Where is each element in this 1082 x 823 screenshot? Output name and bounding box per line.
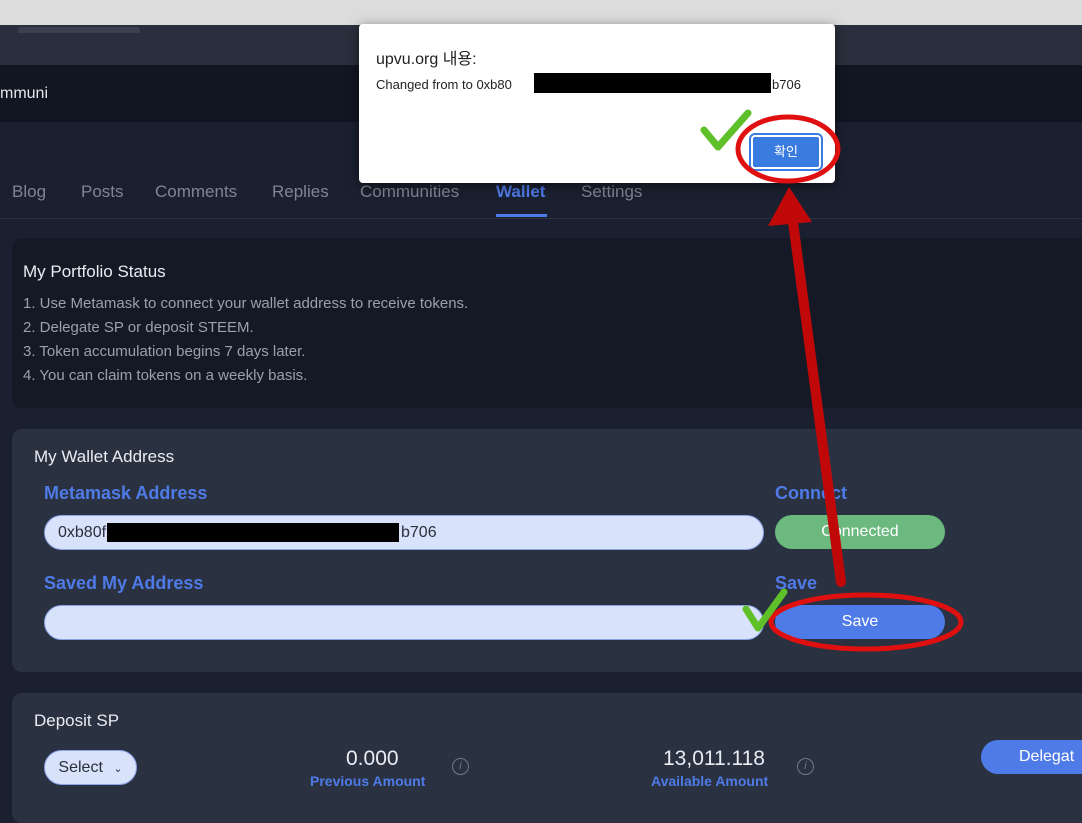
connected-button[interactable]: Connected <box>775 515 945 549</box>
info-icon[interactable]: i <box>797 758 814 775</box>
previous-amount-label: Previous Amount <box>310 773 426 789</box>
tab-replies[interactable]: Replies <box>272 182 329 202</box>
select-label: Select <box>58 759 103 776</box>
chevron-down-icon: ⌄ <box>113 763 123 775</box>
tab-blog[interactable]: Blog <box>12 182 46 202</box>
previous-amount-value: 0.000 <box>346 747 399 770</box>
portfolio-step: 1. Use Metamask to connect your wallet a… <box>23 295 469 312</box>
metamask-address-label: Metamask Address <box>44 483 208 503</box>
browser-top-strip <box>0 0 1082 25</box>
browser-tab[interactable] <box>18 27 140 33</box>
tab-comments[interactable]: Comments <box>155 182 237 202</box>
dialog-message-suffix: b706 <box>772 77 801 92</box>
dialog-ok-button[interactable]: 확인 <box>749 133 823 171</box>
available-amount-value: 13,011.118 <box>663 747 765 770</box>
portfolio-step: 3. Token accumulation begins 7 days late… <box>23 343 306 360</box>
tab-settings[interactable]: Settings <box>581 182 642 202</box>
tab-communities[interactable]: Communities <box>360 182 459 202</box>
save-button[interactable]: Save <box>775 605 945 639</box>
portfolio-step: 4. You can claim tokens on a weekly basi… <box>23 367 308 384</box>
tab-wallet[interactable]: Wallet <box>496 182 545 202</box>
portfolio-step: 2. Delegate SP or deposit STEEM. <box>23 319 254 336</box>
save-label: Save <box>775 573 818 593</box>
available-amount-label: Available Amount <box>651 773 769 789</box>
select-dropdown[interactable]: Select ⌄ <box>44 750 137 785</box>
redacted-address <box>534 73 771 93</box>
dialog-title: upvu.org 내용: <box>376 51 477 68</box>
portfolio-title: My Portfolio Status <box>23 262 166 281</box>
tab-posts[interactable]: Posts <box>81 182 124 202</box>
redacted-address <box>107 523 399 542</box>
wallet-title: My Wallet Address <box>34 447 175 466</box>
deposit-title: Deposit SP <box>34 711 120 730</box>
address-prefix: 0xb80f <box>58 524 107 541</box>
site-brand[interactable]: mmuni <box>0 85 48 103</box>
address-suffix: b706 <box>401 524 437 541</box>
deposit-card <box>12 693 1082 823</box>
active-tab-indicator <box>496 214 547 217</box>
dialog-message: Changed from to 0xb80 <box>376 77 512 92</box>
metamask-address-field[interactable]: 0xb80f b706 <box>44 515 764 550</box>
info-icon[interactable]: i <box>452 758 469 775</box>
alert-dialog: upvu.org 내용: Changed from to 0xb80 b706 … <box>359 24 835 183</box>
saved-address-label: Saved My Address <box>44 573 204 593</box>
saved-address-field[interactable] <box>44 605 764 640</box>
delegate-button[interactable]: Delegat <box>981 740 1082 774</box>
connect-label: Connect <box>775 483 847 503</box>
